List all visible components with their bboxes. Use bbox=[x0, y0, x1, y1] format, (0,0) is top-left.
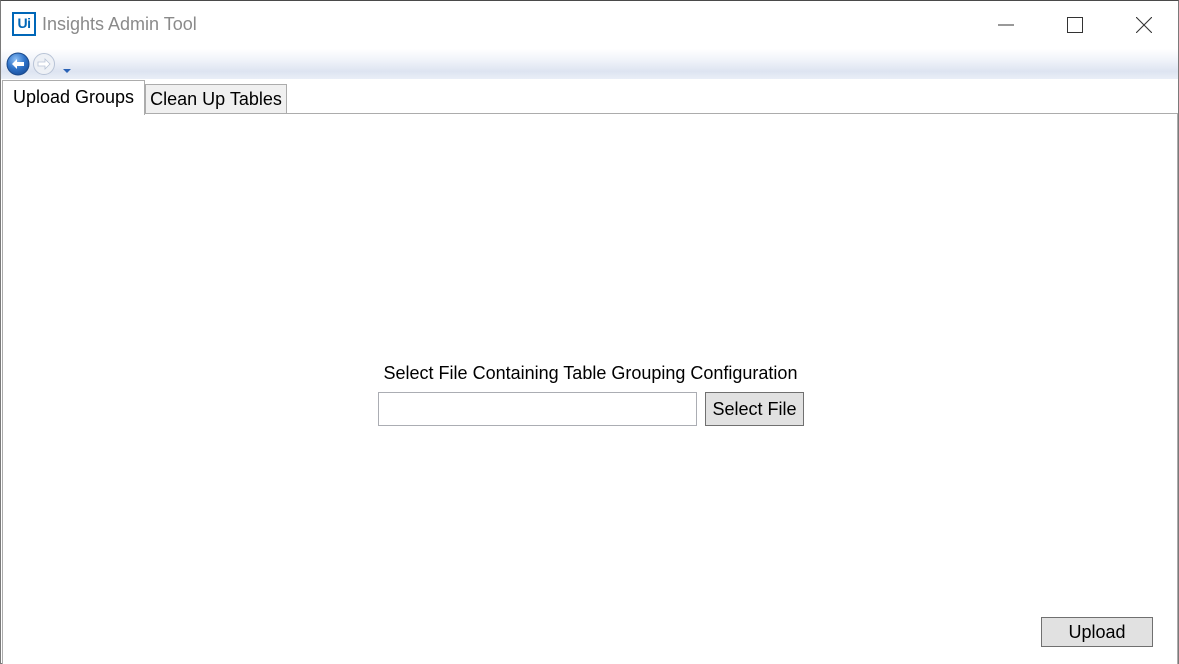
history-dropdown[interactable] bbox=[61, 60, 73, 73]
arrow-right-circle-icon bbox=[33, 53, 55, 75]
select-file-label: Select File Containing Table Grouping Co… bbox=[383, 363, 798, 383]
arrow-left-circle-icon bbox=[6, 52, 30, 76]
back-button[interactable] bbox=[6, 52, 30, 76]
title-bar[interactable]: Ui Insights Admin Tool bbox=[1, 1, 1178, 49]
forward-button[interactable] bbox=[32, 52, 56, 76]
maximize-icon bbox=[1067, 17, 1083, 33]
minimize-button[interactable] bbox=[971, 1, 1041, 49]
app-window: Ui Insights Admin Tool Upload Groups Cle… bbox=[0, 0, 1179, 664]
close-icon bbox=[1136, 17, 1152, 33]
tab-strip: Upload Groups Clean Up Tables bbox=[1, 79, 1178, 115]
tab-clean-up-tables[interactable]: Clean Up Tables bbox=[145, 84, 287, 114]
minimize-icon bbox=[998, 24, 1014, 26]
file-path-input[interactable] bbox=[378, 392, 697, 426]
close-button[interactable] bbox=[1109, 1, 1179, 49]
select-file-button[interactable]: Select File bbox=[705, 392, 804, 426]
tab-upload-groups[interactable]: Upload Groups bbox=[2, 80, 145, 115]
window-title: Insights Admin Tool bbox=[42, 14, 197, 34]
upload-groups-panel bbox=[2, 113, 1178, 664]
navigation-toolbar bbox=[1, 49, 1178, 79]
maximize-button[interactable] bbox=[1040, 1, 1110, 49]
upload-button[interactable]: Upload bbox=[1041, 617, 1153, 647]
app-logo-icon: Ui bbox=[12, 12, 36, 36]
chevron-down-icon bbox=[63, 69, 71, 73]
